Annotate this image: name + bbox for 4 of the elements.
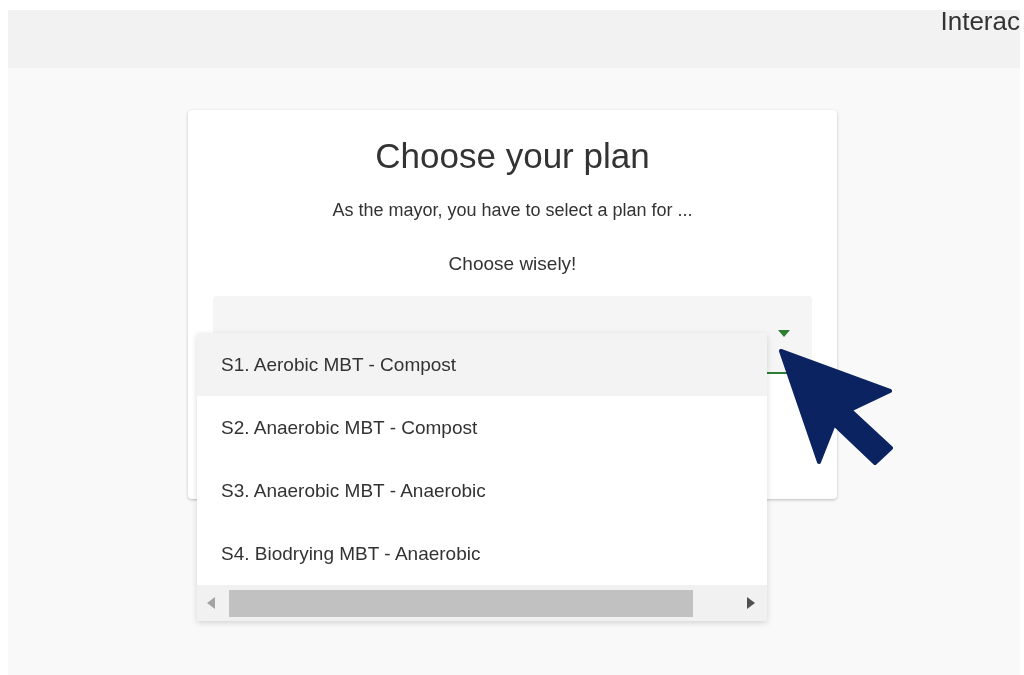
prompt-text: Choose wisely!	[447, 253, 578, 275]
description-text: As the mayor, you have to select a plan for ...	[331, 200, 694, 221]
header-title: Interac	[940, 10, 1020, 38]
card-title: Choose your plan	[374, 135, 651, 177]
